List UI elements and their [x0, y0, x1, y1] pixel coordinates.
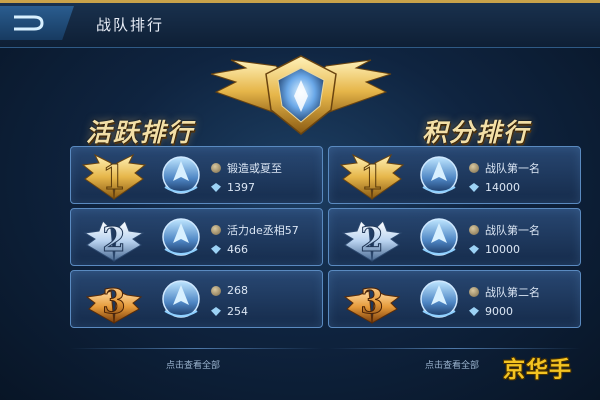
svg-text:2: 2	[102, 220, 126, 260]
svg-text:3: 3	[102, 282, 126, 322]
badge-icon	[211, 163, 221, 173]
team-emblem-icon	[162, 280, 200, 318]
team-emblem-icon	[420, 156, 458, 194]
active-ranking-list: 1 锻造或夏至 1397 2 活力de丞相57 466 3 268 254	[70, 146, 323, 332]
page-title: 战队排行	[96, 16, 165, 34]
row-line-2: 1397	[211, 181, 255, 194]
row-line-1: 战队第一名	[469, 222, 540, 238]
row-text-2: 254	[227, 305, 248, 318]
score-ranking-title: 积分排行	[422, 118, 531, 147]
medal-silver-2-icon: 2	[341, 220, 403, 262]
medal-bronze-3-icon: 3	[343, 282, 401, 324]
row-text-2: 14000	[485, 181, 520, 194]
medal-gold-1-icon: 1	[81, 153, 147, 201]
row-line-1: 锻造或夏至	[211, 160, 282, 176]
team-emblem-icon	[420, 218, 458, 256]
active-rank-row-2[interactable]: 2 活力de丞相57 466	[70, 208, 323, 266]
row-line-1: 战队第一名	[469, 160, 540, 176]
team-emblem-icon	[162, 156, 200, 194]
back-button[interactable]	[0, 6, 74, 40]
row-line-2: 14000	[469, 181, 520, 194]
active-rank-row-1[interactable]: 1 锻造或夏至 1397	[70, 146, 323, 204]
medal-bronze-3-icon: 3	[85, 282, 143, 324]
team-emblem-icon	[162, 218, 200, 256]
badge-icon	[469, 163, 479, 173]
score-rank-row-2[interactable]: 2 战队第一名 10000	[328, 208, 581, 266]
row-line-1: 268	[211, 284, 248, 297]
row-line-1: 活力de丞相57	[211, 222, 299, 238]
row-text-2: 9000	[485, 305, 513, 318]
row-text-1: 锻造或夏至	[227, 162, 282, 175]
row-line-2: 466	[211, 243, 248, 256]
row-text-1: 战队第一名	[485, 162, 540, 175]
crest-emblem-icon	[210, 55, 392, 135]
row-line-2: 10000	[469, 243, 520, 256]
row-line-1: 战队第二名	[469, 284, 540, 300]
row-line-2: 254	[211, 305, 248, 318]
row-text-2: 1397	[227, 181, 255, 194]
divider	[328, 348, 581, 349]
back-arrow-icon	[14, 15, 44, 31]
row-line-2: 9000	[469, 305, 513, 318]
medal-silver-2-icon: 2	[83, 220, 145, 262]
watermark-text: 京华手	[503, 358, 573, 383]
row-text-1: 战队第二名	[485, 286, 540, 299]
badge-icon	[211, 225, 221, 235]
score-rank-row-3[interactable]: 3 战队第二名 9000	[328, 270, 581, 328]
top-bar: 战队排行	[0, 0, 600, 48]
divider	[70, 348, 323, 349]
row-text-2: 10000	[485, 243, 520, 256]
team-emblem-icon	[420, 280, 458, 318]
gem-icon	[211, 245, 221, 254]
active-ranking-title: 活跃排行	[86, 118, 195, 147]
badge-icon	[211, 285, 221, 296]
medal-gold-1-icon: 1	[339, 153, 405, 201]
badge-icon	[469, 225, 479, 235]
badge-icon	[469, 287, 479, 297]
active-view-all-link[interactable]: 点击查看全部	[166, 358, 220, 371]
svg-text:3: 3	[360, 282, 384, 322]
gem-icon	[211, 307, 221, 316]
top-edge-accent	[0, 0, 600, 3]
gem-icon	[211, 183, 221, 192]
row-text-1: 活力de丞相57	[227, 224, 299, 237]
gem-icon	[469, 307, 479, 316]
svg-text:1: 1	[360, 158, 384, 198]
row-text-1: 268	[227, 284, 248, 297]
svg-text:1: 1	[102, 158, 126, 198]
row-text-1: 战队第一名	[485, 224, 540, 237]
gem-icon	[469, 245, 479, 254]
active-rank-row-3[interactable]: 3 268 254	[70, 270, 323, 328]
score-view-all-link[interactable]: 点击查看全部	[425, 358, 479, 371]
gem-icon	[469, 183, 479, 192]
svg-text:2: 2	[360, 220, 384, 260]
score-rank-row-1[interactable]: 1 战队第一名 14000	[328, 146, 581, 204]
row-text-2: 466	[227, 243, 248, 256]
score-ranking-list: 1 战队第一名 14000 2 战队第一名 10000 3 战队第二名 9000	[328, 146, 581, 332]
